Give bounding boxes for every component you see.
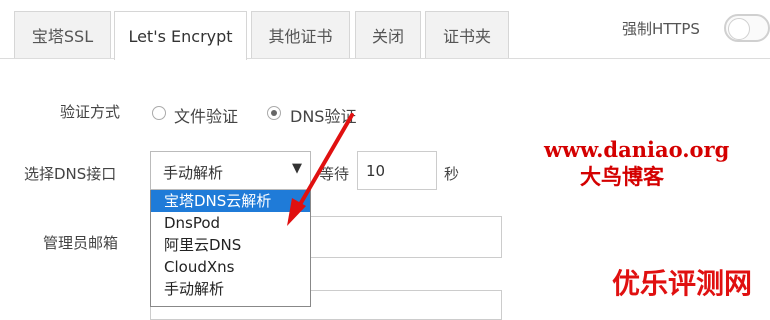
watermark-site: www.daniao.org xyxy=(544,137,730,162)
tab-lets-encrypt[interactable]: Let's Encrypt xyxy=(114,11,247,60)
watermark-brand: 优乐评测网 xyxy=(612,267,753,300)
watermark-blog: 大鸟博客 xyxy=(580,164,664,189)
